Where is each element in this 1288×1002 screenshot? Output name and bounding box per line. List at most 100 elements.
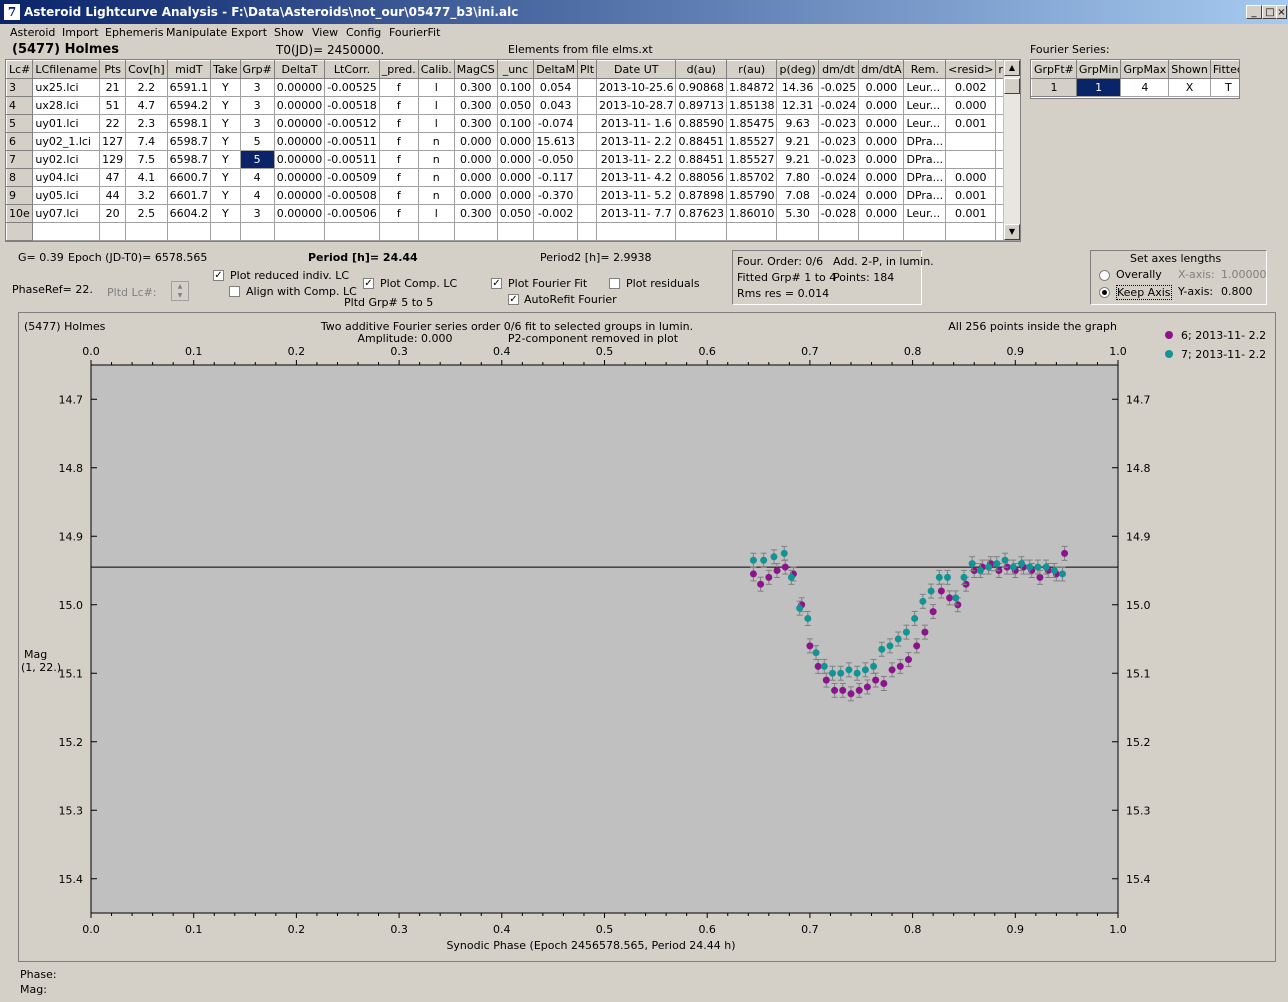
lc-cell[interactable]: 2013-11- 2.2 bbox=[596, 150, 677, 169]
lc-cell[interactable]: f bbox=[378, 96, 419, 115]
plot-fourier-checkbox[interactable]: ✓ bbox=[491, 278, 502, 289]
lc-cell[interactable]: 7 bbox=[6, 150, 34, 169]
lc-cell-empty[interactable] bbox=[496, 222, 535, 241]
lc-cell[interactable]: l bbox=[417, 204, 455, 223]
lc-cell[interactable]: 14.36 bbox=[776, 78, 819, 97]
align-comp-checkbox[interactable] bbox=[229, 286, 240, 297]
menu-config[interactable]: Config bbox=[346, 26, 381, 39]
lc-cell[interactable]: -0.024 bbox=[817, 186, 860, 205]
menu-show[interactable]: Show bbox=[274, 26, 304, 39]
lc-cell[interactable]: 0.000 bbox=[453, 168, 498, 187]
lc-cell[interactable]: 0.000 bbox=[858, 150, 905, 169]
lc-cell[interactable]: 3.2 bbox=[125, 186, 168, 205]
lc-cell[interactable]: 6598.7 bbox=[166, 132, 212, 151]
lc-cell[interactable]: 0.90868 bbox=[675, 78, 727, 97]
lc-cell-empty[interactable] bbox=[577, 222, 598, 241]
lc-col-header[interactable]: Cov[h] bbox=[125, 60, 168, 79]
lc-col-header[interactable]: r(au) bbox=[725, 60, 778, 79]
lc-cell[interactable]: 9.21 bbox=[776, 132, 819, 151]
lc-cell[interactable]: -0.074 bbox=[533, 114, 579, 133]
lc-cell[interactable]: 0.000 bbox=[945, 168, 997, 187]
lc-col-header[interactable]: p(deg) bbox=[776, 60, 819, 79]
lc-cell[interactable]: 4 bbox=[6, 96, 34, 115]
lc-cell[interactable]: n bbox=[417, 150, 455, 169]
lc-col-header[interactable]: Date UT bbox=[596, 60, 677, 79]
period-value[interactable]: Period [h]= 24.44 bbox=[308, 251, 418, 264]
lc-cell[interactable]: 0.001 bbox=[945, 204, 997, 223]
lc-cell[interactable]: 129 bbox=[99, 150, 127, 169]
lc-cell[interactable]: 2.5 bbox=[125, 204, 168, 223]
lc-cell[interactable]: 0.000 bbox=[858, 168, 905, 187]
lc-cell[interactable]: -0.024 bbox=[817, 96, 860, 115]
lc-cell[interactable]: 0.300 bbox=[453, 204, 498, 223]
lc-cell[interactable]: Leur... bbox=[903, 204, 947, 223]
lc-cell[interactable]: 4.7 bbox=[125, 96, 168, 115]
close-button[interactable]: × bbox=[1276, 5, 1287, 19]
keep-axis-radio[interactable] bbox=[1099, 287, 1110, 298]
lc-cell[interactable]: 0.000 bbox=[496, 168, 535, 187]
lc-cell[interactable]: uy01.lci bbox=[32, 114, 101, 133]
lc-cell[interactable]: 44 bbox=[99, 186, 127, 205]
period2-value[interactable]: Period2 [h]= 2.9938 bbox=[540, 251, 652, 264]
lc-cell[interactable] bbox=[577, 132, 598, 151]
lc-cell[interactable]: uy07.lci bbox=[32, 204, 101, 223]
lc-cell[interactable]: 2013-11- 4.2 bbox=[596, 168, 677, 187]
table-row[interactable]: 5 uy01.lci 22 2.3 6598.1 Y 3 0.00000 -0.00512 f l 0… bbox=[6, 114, 1020, 133]
lc-cell[interactable]: 0.000 bbox=[858, 78, 905, 97]
lc-cell[interactable]: 7.08 bbox=[776, 186, 819, 205]
lc-cell[interactable]: n bbox=[417, 186, 455, 205]
lc-col-header[interactable]: dm/dt bbox=[817, 60, 860, 79]
fourier-cell-grpft[interactable]: 1 bbox=[1031, 78, 1077, 97]
fourier-col-header[interactable]: GrpFt# bbox=[1031, 60, 1077, 79]
lc-cell-empty[interactable] bbox=[273, 222, 326, 241]
menu-manipulate[interactable]: Manipulate bbox=[166, 26, 227, 39]
lc-cell[interactable]: Y bbox=[210, 114, 241, 133]
lc-cell[interactable]: 9.63 bbox=[776, 114, 819, 133]
plot-residuals-checkbox[interactable] bbox=[609, 278, 620, 289]
lightcurve-plot-panel[interactable]: (5477) Holmes Two additive Fourier serie… bbox=[18, 312, 1276, 962]
lc-cell[interactable]: 1.85138 bbox=[725, 96, 778, 115]
lc-cell[interactable]: 1.84872 bbox=[725, 78, 778, 97]
lc-cell[interactable]: f bbox=[378, 150, 419, 169]
lc-cell[interactable]: 3 bbox=[239, 204, 275, 223]
lc-cell[interactable]: 0.87623 bbox=[675, 204, 727, 223]
lc-cell[interactable]: 2013-11- 2.2 bbox=[596, 132, 677, 151]
lc-cell[interactable]: 6598.1 bbox=[166, 114, 212, 133]
lc-col-header[interactable]: Pts bbox=[99, 60, 127, 79]
lc-cell[interactable]: DPra... bbox=[903, 132, 947, 151]
lc-cell[interactable] bbox=[577, 186, 598, 205]
lc-cell[interactable] bbox=[577, 114, 598, 133]
lc-cell-empty[interactable] bbox=[125, 222, 168, 241]
lc-cell[interactable] bbox=[577, 96, 598, 115]
menu-view[interactable]: View bbox=[312, 26, 338, 39]
menu-export[interactable]: Export bbox=[231, 26, 267, 39]
lc-cell[interactable]: l bbox=[417, 114, 455, 133]
lc-cell[interactable]: 2013-11- 7.7 bbox=[596, 204, 677, 223]
lc-cell[interactable]: 0.000 bbox=[858, 114, 905, 133]
lc-cell[interactable]: DPra... bbox=[903, 150, 947, 169]
lc-table-scrollbar[interactable]: ▲ ▼ bbox=[1003, 60, 1020, 240]
lc-cell[interactable]: -0.023 bbox=[817, 150, 860, 169]
lc-cell[interactable]: -0.00509 bbox=[324, 168, 380, 187]
lc-cell[interactable]: -0.117 bbox=[533, 168, 579, 187]
lc-cell[interactable]: 0.87898 bbox=[675, 186, 727, 205]
lc-cell-empty[interactable] bbox=[6, 222, 34, 241]
lc-col-header[interactable]: Plt bbox=[577, 60, 598, 79]
lc-cell[interactable]: 2.2 bbox=[125, 78, 168, 97]
lc-cell[interactable]: 8 bbox=[6, 168, 34, 187]
lc-cell[interactable]: 0.000 bbox=[453, 132, 498, 151]
lc-cell[interactable]: uy05.lci bbox=[32, 186, 101, 205]
lc-cell[interactable]: ux25.lci bbox=[32, 78, 101, 97]
lightcurve-chart[interactable]: (5477) Holmes Two additive Fourier serie… bbox=[19, 313, 1273, 959]
overally-radio[interactable] bbox=[1099, 270, 1110, 281]
lc-cell[interactable]: 15.613 bbox=[533, 132, 579, 151]
plot-comp-checkbox[interactable]: ✓ bbox=[363, 278, 374, 289]
lc-cell[interactable]: f bbox=[378, 132, 419, 151]
lc-cell[interactable]: 0.00000 bbox=[273, 186, 326, 205]
lc-cell[interactable]: 7.4 bbox=[125, 132, 168, 151]
xaxis-value[interactable]: 1.00000 bbox=[1221, 268, 1267, 281]
lc-cell[interactable]: 0.000 bbox=[453, 150, 498, 169]
lc-col-header[interactable]: DeltaM bbox=[533, 60, 579, 79]
lc-cell-empty[interactable] bbox=[210, 222, 241, 241]
lc-cell[interactable]: Y bbox=[210, 132, 241, 151]
